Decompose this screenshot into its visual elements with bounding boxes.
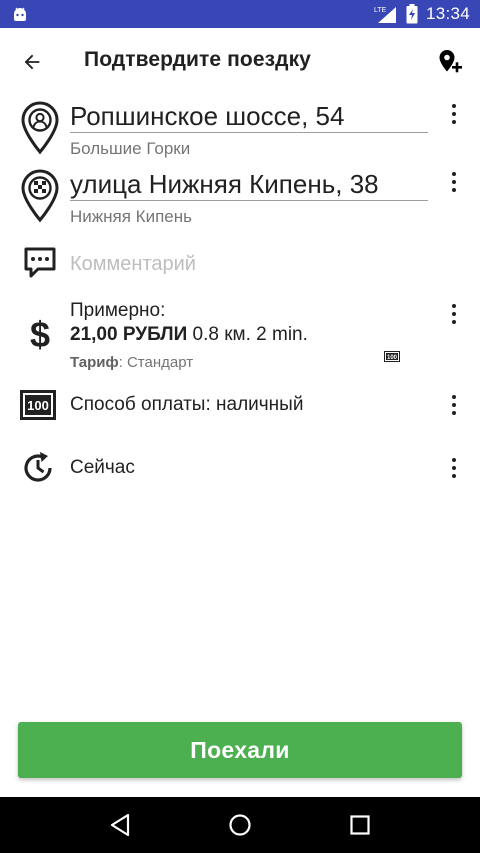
fare-price: 21,00 РУБЛИ — [70, 324, 188, 345]
battery-charging-icon — [406, 4, 418, 24]
cash-icon: 100 — [384, 351, 400, 362]
add-location-icon — [439, 50, 462, 73]
svg-text:$: $ — [30, 316, 50, 352]
back-button[interactable] — [14, 44, 50, 80]
status-clock: 13:34 — [425, 4, 470, 23]
destination-address-field[interactable]: улица Нижняя Кипень, 38 — [70, 167, 428, 201]
tariff-line: Тариф: Стандарт — [70, 354, 410, 371]
svg-text:LTE: LTE — [374, 7, 387, 14]
nav-recents-icon — [350, 815, 370, 835]
payment-icon-wrap: 100 — [18, 388, 58, 422]
svg-text:100: 100 — [387, 355, 398, 361]
status-bar: LTE 13:34 — [0, 0, 480, 28]
app-bar: Подтвердите поездку — [0, 28, 480, 94]
schedule-label[interactable]: Сейчас — [70, 457, 135, 479]
fare-block: Примерно: 21,00 РУБЛИ 0.8 км. 2 min. Тар… — [70, 300, 410, 371]
pickup-more-button[interactable] — [442, 99, 466, 129]
schedule-clock-icon — [24, 452, 52, 482]
nav-recents-button[interactable] — [340, 805, 380, 845]
nav-home-button[interactable] — [220, 805, 260, 845]
fare-line: 21,00 РУБЛИ 0.8 км. 2 min. — [70, 324, 410, 350]
fare-details: 0.8 км. 2 min. — [192, 324, 308, 345]
nav-back-button[interactable] — [100, 805, 140, 845]
fare-more-button[interactable] — [442, 299, 466, 329]
comment-field[interactable] — [70, 250, 428, 278]
tariff-value: : Стандарт — [118, 354, 194, 371]
destination-locality: Нижняя Кипень — [70, 207, 192, 226]
nav-bar — [0, 797, 480, 853]
cash-icon: 100 — [20, 390, 56, 420]
lte-signal-icon: LTE — [374, 7, 396, 23]
fare-icon-wrap: $ — [18, 314, 62, 354]
nav-back-icon — [110, 813, 130, 837]
destination-more-button[interactable] — [442, 167, 466, 197]
go-button[interactable]: Поехали — [18, 722, 462, 778]
payment-method[interactable]: Способ оплаты: наличный — [70, 394, 303, 416]
schedule-more-button[interactable] — [442, 453, 466, 483]
dollar-icon: $ — [30, 316, 50, 352]
svg-text:100: 100 — [27, 398, 49, 413]
pickup-pin-icon — [21, 101, 59, 155]
comment-icon — [24, 247, 56, 278]
pickup-locality: Большие Горки — [70, 139, 191, 158]
fare-approx-label: Примерно: — [70, 300, 166, 321]
page-title: Подтвердите поездку — [84, 48, 311, 71]
nav-home-icon — [229, 814, 251, 836]
pickup-address-field[interactable]: Ропшинское шоссе, 54 — [70, 99, 428, 133]
tariff-label: Тариф — [70, 354, 119, 371]
add-location-button[interactable] — [430, 42, 470, 82]
arrow-back-icon — [24, 54, 40, 70]
payment-more-button[interactable] — [442, 390, 466, 420]
pickup-pin — [18, 100, 62, 156]
destination-pin — [18, 168, 62, 224]
schedule-icon-wrap — [18, 450, 58, 486]
comment-icon-wrap — [18, 244, 62, 282]
android-icon — [14, 7, 26, 21]
destination-flag-pin-icon — [21, 169, 59, 223]
